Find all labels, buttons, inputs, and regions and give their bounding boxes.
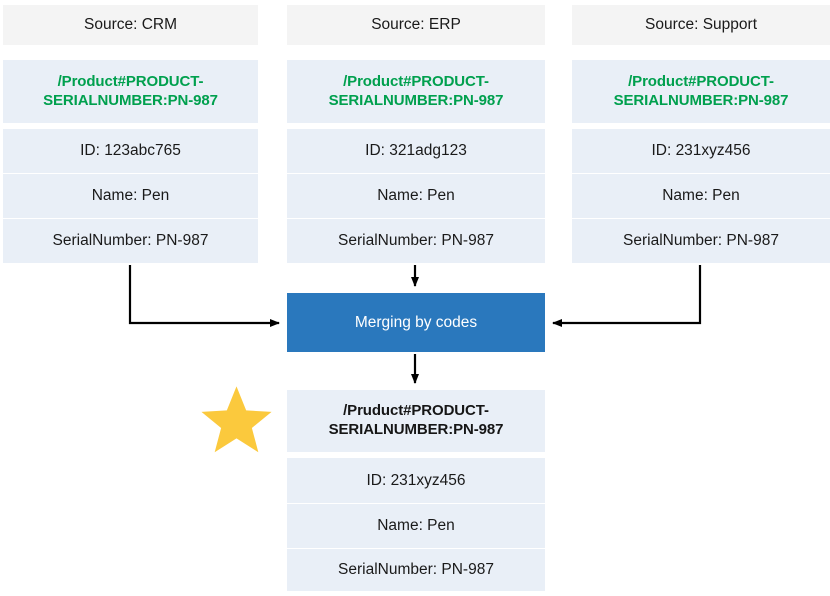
source-support-name: Name: Pen — [572, 174, 830, 218]
source-support-id: ID: 231xyz456 — [572, 129, 830, 173]
source-crm-serial: SerialNumber: PN-987 — [3, 219, 258, 263]
source-crm-name: Name: Pen — [3, 174, 258, 218]
source-crm-header: Source: CRM — [3, 5, 258, 45]
merging-by-codes-box[interactable]: Merging by codes — [287, 293, 545, 352]
source-support-code: /Product#PRODUCT-SERIALNUMBER:PN-987 — [572, 60, 830, 123]
diagram-canvas: Source: CRM /Product#PRODUCT-SERIALNUMBE… — [0, 0, 830, 596]
arrow-crm-to-merge — [128, 265, 280, 327]
source-support-serial: SerialNumber: PN-987 — [572, 219, 830, 263]
result-name: Name: Pen — [287, 504, 545, 548]
result-code: /Pruduct#PRODUCT-SERIALNUMBER:PN-987 — [287, 390, 545, 452]
source-erp-name: Name: Pen — [287, 174, 545, 218]
source-erp-id: ID: 321adg123 — [287, 129, 545, 173]
source-support-header: Source: Support — [572, 5, 830, 45]
source-erp-serial: SerialNumber: PN-987 — [287, 219, 545, 263]
result-serial: SerialNumber: PN-987 — [287, 549, 545, 591]
star-icon — [201, 386, 272, 453]
arrow-support-to-merge — [552, 265, 702, 327]
merging-by-codes-label: Merging by codes — [354, 313, 478, 331]
source-erp-code: /Product#PRODUCT-SERIALNUMBER:PN-987 — [287, 60, 545, 123]
source-crm-id: ID: 123abc765 — [3, 129, 258, 173]
source-erp-header: Source: ERP — [287, 5, 545, 45]
result-id: ID: 231xyz456 — [287, 458, 545, 503]
source-crm-code: /Product#PRODUCT-SERIALNUMBER:PN-987 — [3, 60, 258, 123]
